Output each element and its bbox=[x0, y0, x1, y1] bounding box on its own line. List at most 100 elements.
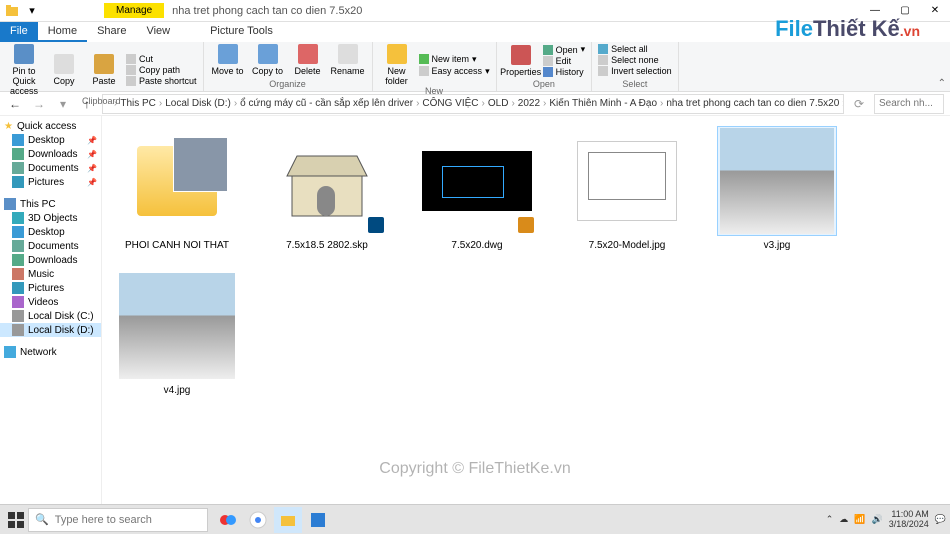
tray-wifi-icon[interactable]: 📶 bbox=[854, 514, 865, 525]
sidebar-videos[interactable]: Videos bbox=[0, 295, 101, 309]
network-icon bbox=[4, 346, 16, 358]
pictures-icon bbox=[12, 176, 24, 188]
ribbon-collapse-icon[interactable]: ⌃ bbox=[938, 78, 946, 89]
search-icon: 🔍 bbox=[35, 513, 49, 526]
cut-button[interactable]: Cut bbox=[126, 54, 197, 64]
tray-clock[interactable]: 11:00 AM 3/18/2024 bbox=[889, 510, 929, 530]
copy-path-button[interactable]: Copy path bbox=[126, 65, 197, 75]
file-name: 7.5x20.dwg bbox=[451, 240, 502, 251]
pin-icon: 📌 bbox=[87, 136, 97, 145]
rename-button[interactable]: Rename bbox=[330, 44, 366, 76]
taskbar-app[interactable] bbox=[214, 507, 242, 533]
skp-badge-icon bbox=[368, 217, 384, 233]
context-tab[interactable]: Manage bbox=[104, 3, 164, 18]
edit-button[interactable]: Edit bbox=[543, 56, 586, 66]
paste-shortcut-button[interactable]: Paste shortcut bbox=[126, 76, 197, 86]
tab-view[interactable]: View bbox=[136, 22, 180, 42]
desktop-icon bbox=[12, 134, 24, 146]
sidebar-pictures-pc[interactable]: Pictures bbox=[0, 281, 101, 295]
invert-selection-button[interactable]: Invert selection bbox=[598, 66, 672, 76]
copy-button[interactable]: Copy bbox=[46, 54, 82, 86]
copy-to-button[interactable]: Copy to bbox=[250, 44, 286, 76]
new-item-button[interactable]: New item ▾ bbox=[419, 54, 490, 65]
sidebar-local-c[interactable]: Local Disk (C:) bbox=[0, 309, 101, 323]
sidebar-downloads-pc[interactable]: Downloads bbox=[0, 253, 101, 267]
select-none-button[interactable]: Select none bbox=[598, 55, 672, 65]
sidebar-this-pc[interactable]: This PC bbox=[0, 197, 101, 211]
dwg-thumbnail bbox=[417, 126, 537, 236]
tab-picture-tools[interactable]: Picture Tools bbox=[200, 22, 283, 42]
watermark-logo: FileThiết Kế.vn bbox=[775, 16, 920, 42]
music-icon bbox=[12, 268, 24, 280]
file-item[interactable]: v3.jpg bbox=[712, 126, 842, 251]
pin-button[interactable]: Pin to Quick access bbox=[6, 44, 42, 96]
sidebar-3d-objects[interactable]: 3D Objects bbox=[0, 211, 101, 225]
sidebar-downloads[interactable]: Downloads📌 bbox=[0, 147, 101, 161]
tray-volume-icon[interactable]: 🔊 bbox=[872, 514, 883, 525]
file-item[interactable]: PHOI CANH NOI THAT bbox=[112, 126, 242, 251]
delete-button[interactable]: Delete bbox=[290, 44, 326, 76]
start-button[interactable] bbox=[4, 508, 28, 532]
select-all-button[interactable]: Select all bbox=[598, 44, 672, 54]
tray-chevron-icon[interactable]: ⌃ bbox=[826, 514, 834, 525]
jpg-thumbnail bbox=[567, 126, 687, 236]
taskbar-app[interactable] bbox=[304, 507, 332, 533]
sidebar-desktop[interactable]: Desktop📌 bbox=[0, 133, 101, 147]
system-tray: ⌃ ☁ 📶 🔊 11:00 AM 3/18/2024 💬 bbox=[826, 510, 946, 530]
easy-access-button[interactable]: Easy access ▾ bbox=[419, 66, 490, 77]
pin-icon: 📌 bbox=[87, 178, 97, 187]
downloads-icon bbox=[12, 148, 24, 160]
file-name: 7.5x20-Model.jpg bbox=[589, 240, 666, 251]
tray-notifications-icon[interactable]: 💬 bbox=[935, 514, 946, 525]
tab-home[interactable]: Home bbox=[38, 22, 87, 42]
skp-thumbnail bbox=[267, 126, 387, 236]
file-item[interactable]: 7.5x18.5 2802.skp bbox=[262, 126, 392, 251]
new-folder-button[interactable]: New folder bbox=[379, 44, 415, 86]
file-list[interactable]: PHOI CANH NOI THAT 7.5x18.5 2802.skp 7.5… bbox=[102, 116, 950, 514]
disk-icon bbox=[12, 310, 24, 322]
group-new: New bbox=[379, 86, 490, 96]
tray-cloud-icon[interactable]: ☁ bbox=[839, 514, 848, 525]
refresh-button[interactable]: ⟳ bbox=[850, 95, 868, 113]
move-to-button[interactable]: Move to bbox=[210, 44, 246, 76]
sidebar-quick-access[interactable]: ★Quick access bbox=[0, 120, 101, 133]
dwg-badge-icon bbox=[518, 217, 534, 233]
sidebar-documents[interactable]: Documents📌 bbox=[0, 161, 101, 175]
sidebar-music[interactable]: Music bbox=[0, 267, 101, 281]
close-button[interactable]: ✕ bbox=[920, 0, 950, 22]
down-icon[interactable]: ▾ bbox=[24, 3, 40, 19]
sidebar-network[interactable]: Network bbox=[0, 345, 101, 359]
star-icon: ★ bbox=[4, 121, 13, 132]
taskbar: 🔍 Type here to search ⌃ ☁ 📶 🔊 11:00 AM 3… bbox=[0, 504, 950, 534]
sidebar-pictures[interactable]: Pictures📌 bbox=[0, 175, 101, 189]
file-name: v3.jpg bbox=[764, 240, 791, 251]
properties-button[interactable]: Properties bbox=[503, 45, 539, 77]
search-input[interactable] bbox=[874, 94, 944, 114]
desktop-icon bbox=[12, 226, 24, 238]
breadcrumb[interactable]: ›This PC ›Local Disk (D:) ›ổ cứng máy cũ… bbox=[102, 94, 844, 114]
sidebar-local-d[interactable]: Local Disk (D:) bbox=[0, 323, 101, 337]
clipboard-extras: Cut Copy path Paste shortcut bbox=[126, 54, 197, 86]
downloads-icon bbox=[12, 254, 24, 266]
group-select: Select bbox=[598, 79, 672, 89]
file-name: v4.jpg bbox=[164, 385, 191, 396]
file-item[interactable]: 7.5x20.dwg bbox=[412, 126, 542, 251]
sidebar-desktop-pc[interactable]: Desktop bbox=[0, 225, 101, 239]
window-title: nha tret phong cach tan co dien 7.5x20 bbox=[172, 5, 362, 17]
tab-file[interactable]: File bbox=[0, 22, 38, 42]
pin-icon: 📌 bbox=[87, 150, 97, 159]
tab-share[interactable]: Share bbox=[87, 22, 136, 42]
history-button[interactable]: History bbox=[543, 67, 586, 77]
sidebar-documents-pc[interactable]: Documents bbox=[0, 239, 101, 253]
navigation-pane: ★Quick access Desktop📌 Downloads📌 Docume… bbox=[0, 116, 102, 514]
file-item[interactable]: 7.5x20-Model.jpg bbox=[562, 126, 692, 251]
taskbar-search[interactable]: 🔍 Type here to search bbox=[28, 508, 208, 532]
pc-icon bbox=[4, 198, 16, 210]
taskbar-explorer[interactable] bbox=[274, 507, 302, 533]
jpg-thumbnail bbox=[717, 126, 837, 236]
file-item[interactable]: v4.jpg bbox=[112, 271, 242, 396]
paste-button[interactable]: Paste bbox=[86, 54, 122, 86]
taskbar-chrome[interactable] bbox=[244, 507, 272, 533]
folder-icon bbox=[4, 3, 20, 19]
open-button[interactable]: Open ▾ bbox=[543, 44, 586, 55]
